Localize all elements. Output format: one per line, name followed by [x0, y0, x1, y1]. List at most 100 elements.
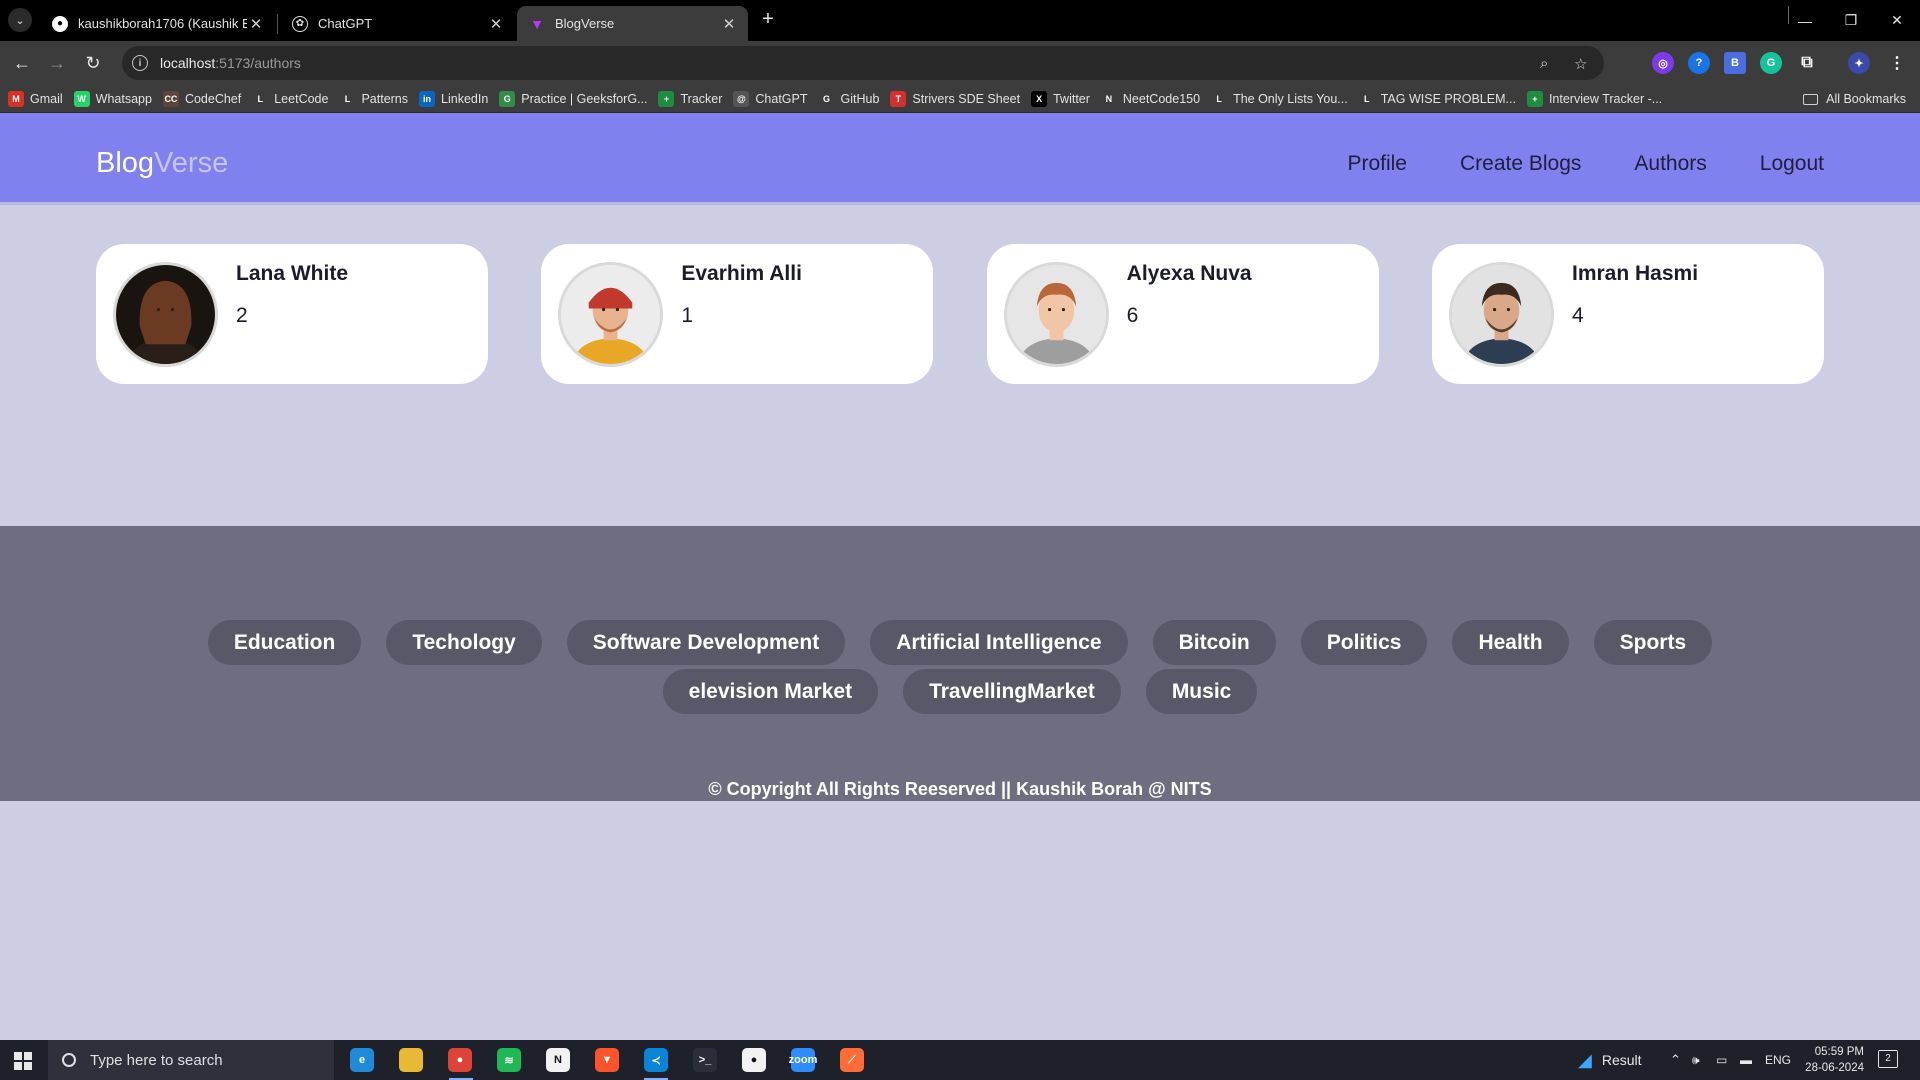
extensions-puzzle-icon[interactable]: ⧉ [1796, 52, 1818, 74]
nav-profile-link[interactable]: Profile [1347, 152, 1407, 176]
author-post-count: 6 [1126, 304, 1139, 327]
zoom-icon[interactable]: ⌕ [1540, 55, 1548, 72]
site-info-icon[interactable]: i [132, 55, 148, 71]
file-explorer-icon[interactable] [399, 1048, 423, 1072]
bookmark-item[interactable]: M Gmail [8, 90, 63, 107]
notification-icon[interactable]: 2 [1878, 1050, 1898, 1068]
category-tag[interactable]: Artificial Intelligence [870, 620, 1128, 665]
menu-kebab-icon[interactable]: ⋮ [1886, 52, 1908, 74]
vscode-icon[interactable]: ≺ [644, 1048, 668, 1072]
url-text[interactable]: localhost:5173/authors [160, 55, 301, 71]
category-tags: Education Techology Software Development Ar… [90, 620, 1830, 714]
bookmark-item[interactable]: L Patterns [339, 90, 408, 107]
postman-icon[interactable]: ⟋ [840, 1048, 864, 1072]
terminal-icon[interactable]: >_ [693, 1048, 717, 1072]
bookmark-item[interactable]: + Interview Tracker -... [1526, 90, 1662, 107]
grammarly-icon[interactable]: G [1760, 52, 1782, 74]
forward-arrow-icon[interactable]: → [43, 49, 71, 77]
bookmark-label: The Only Lists You... [1233, 91, 1348, 106]
category-tag[interactable]: Politics [1300, 620, 1428, 665]
bookmark-item[interactable]: L TAG WISE PROBLEM... [1358, 90, 1516, 107]
extension-icon[interactable]: ◎ [1652, 52, 1674, 74]
category-tag[interactable]: elevision Market [662, 669, 879, 714]
tab-github[interactable]: ● kaushikborah1706 (Kaushik Bor ✕ [40, 6, 275, 41]
bookmarks-divider [1788, 6, 1789, 24]
bookmark-item[interactable]: L LeetCode [252, 90, 328, 107]
all-bookmarks-button[interactable]: All Bookmarks [1803, 92, 1906, 106]
bookmark-item[interactable]: W Whatsapp [73, 90, 152, 107]
tab-chatgpt[interactable]: ✿ ChatGPT ✕ [280, 6, 515, 41]
brave-icon[interactable]: ▼ [595, 1048, 619, 1072]
tray-chevron-icon[interactable]: ⌃ [1670, 1040, 1681, 1080]
bookmark-item[interactable]: L The Only Lists You... [1211, 90, 1348, 107]
tab-blogverse[interactable]: ▼ BlogVerse ✕ [517, 6, 748, 41]
category-tag[interactable]: Software Development [566, 620, 846, 665]
category-tag[interactable]: Bitcoin [1152, 620, 1276, 665]
bookmark-item[interactable]: X Twitter [1031, 90, 1090, 107]
extension-icon[interactable]: B [1724, 52, 1746, 74]
address-bar[interactable]: i localhost:5173/authors ☆ ⌕ [122, 46, 1604, 80]
profile-avatar[interactable]: ✦ [1848, 52, 1870, 74]
restore-icon[interactable]: ❐ [1828, 0, 1874, 41]
site-logo[interactable]: BlogVerse [96, 147, 228, 180]
neetcode-icon: N [1100, 90, 1117, 107]
category-tag[interactable]: Music [1145, 669, 1258, 714]
zoom-icon[interactable]: zoom [789, 1048, 817, 1072]
notion-icon[interactable]: N [546, 1048, 570, 1072]
author-avatar [1003, 262, 1109, 367]
author-card[interactable]: Alyexa Nuva 6 [986, 244, 1379, 384]
category-tag[interactable]: Sports [1593, 620, 1713, 665]
author-card[interactable]: Evarhim Alli 1 [541, 244, 934, 384]
taskbar-search[interactable]: Type here to search [48, 1040, 334, 1080]
author-post-count: 1 [681, 304, 694, 327]
new-tab-button[interactable]: + [757, 8, 779, 32]
bookmark-item[interactable]: in LinkedIn [419, 90, 488, 107]
mongodb-compass-icon[interactable]: ● [742, 1048, 766, 1072]
category-tag[interactable]: Health [1452, 620, 1569, 665]
bookmark-label: TAG WISE PROBLEM... [1380, 91, 1516, 106]
close-tab-icon[interactable]: ✕ [720, 15, 738, 33]
edge-icon[interactable]: e [350, 1048, 374, 1072]
site-header: BlogVerse Profile Create Blogs Authors L… [0, 113, 1920, 205]
author-name: Alyexa Nuva [1126, 262, 1252, 285]
bookmark-item[interactable]: G Practice | GeeksforG... [499, 90, 647, 107]
clock[interactable]: 05:59 PM 28-06-2024 [1796, 1044, 1864, 1076]
bookmark-item[interactable]: G GitHub [818, 90, 879, 107]
author-card[interactable]: Imran Hasmi 4 [1431, 244, 1824, 384]
nav-logout-link[interactable]: Logout [1760, 152, 1824, 176]
close-tab-icon[interactable]: ✕ [247, 15, 265, 33]
gmail-icon: M [8, 90, 24, 107]
category-tag[interactable]: Education [207, 620, 362, 665]
extension-icon[interactable]: ? [1688, 52, 1710, 74]
chrome-icon[interactable]: ● [448, 1048, 472, 1072]
bookmark-item[interactable]: T Strivers SDE Sheet [890, 90, 1020, 107]
nav-authors-link[interactable]: Authors [1634, 152, 1706, 176]
bookmark-item[interactable]: CC CodeChef [162, 90, 241, 107]
bookmark-item[interactable]: N NeetCode150 [1100, 90, 1200, 107]
weather-widget[interactable]: ◢ Result [1578, 1040, 1642, 1080]
battery-icon[interactable]: ▬ [1740, 1040, 1752, 1080]
category-tag[interactable]: TravellingMarket [903, 669, 1121, 714]
tab-search-chevron-icon[interactable]: ⌄ [8, 8, 32, 32]
volume-icon[interactable]: 🕪 [1692, 1040, 1700, 1080]
close-window-icon[interactable]: ✕ [1874, 0, 1920, 41]
tab-title: kaushikborah1706 (Kaushik Bor [78, 16, 247, 31]
back-arrow-icon[interactable]: ← [8, 49, 36, 77]
close-tab-icon[interactable]: ✕ [487, 15, 505, 33]
language-indicator[interactable]: ENG [1765, 1040, 1791, 1080]
nav-create-blogs-link[interactable]: Create Blogs [1460, 152, 1581, 176]
category-tag[interactable]: Techology [386, 620, 542, 665]
whatsapp-icon: W [73, 90, 90, 107]
chatgpt-icon: @ [733, 90, 750, 107]
bookmark-star-icon[interactable]: ☆ [1574, 55, 1587, 73]
author-avatar [1448, 262, 1554, 367]
author-card[interactable]: Lana White 2 [96, 244, 488, 384]
bookmark-item[interactable]: @ ChatGPT [733, 90, 808, 107]
tuf-icon: T [890, 90, 907, 107]
windows-start-icon[interactable] [14, 1052, 32, 1070]
bookmark-item[interactable]: + Tracker [658, 90, 722, 107]
spotify-icon[interactable]: ≋ [497, 1048, 521, 1072]
network-icon[interactable]: ▭ [1716, 1040, 1727, 1080]
tab-title: ChatGPT [318, 16, 373, 31]
reload-icon[interactable]: ↻ [79, 49, 107, 77]
